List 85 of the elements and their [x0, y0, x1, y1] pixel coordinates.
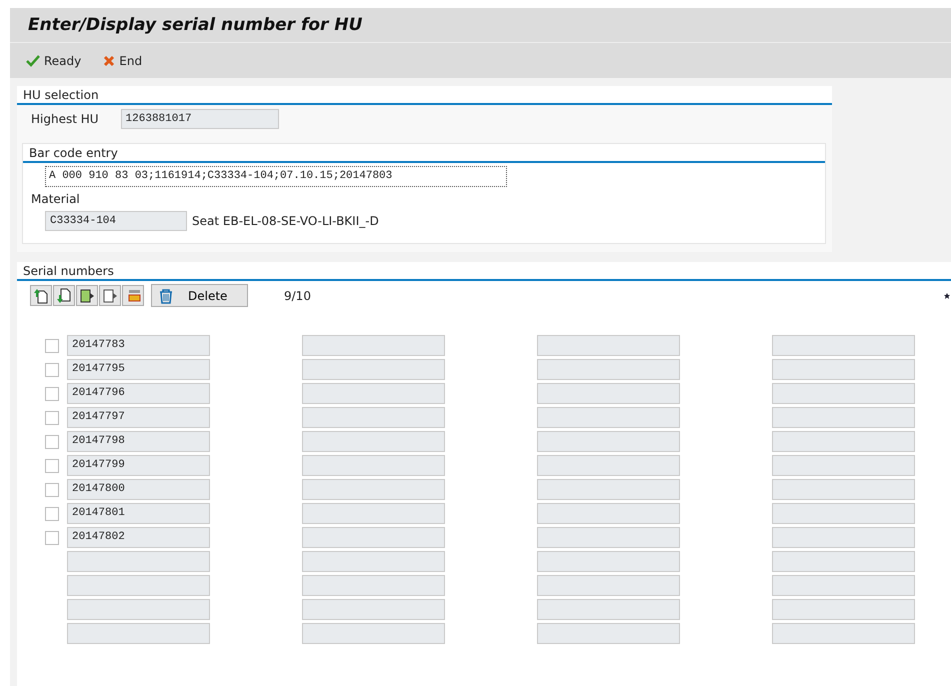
serial-number-field[interactable]: 20147783 — [67, 335, 210, 356]
checkbox[interactable] — [45, 530, 59, 544]
serial-number-field[interactable] — [772, 383, 915, 404]
serial-number-field[interactable] — [67, 575, 210, 596]
serial-number-field[interactable] — [537, 359, 680, 380]
serial-number-field[interactable] — [302, 455, 445, 476]
serial-number-field[interactable] — [302, 359, 445, 380]
serial-number-field[interactable] — [772, 455, 915, 476]
highest-hu-field[interactable]: 1263881017 — [120, 109, 279, 129]
page-down-arrow-icon — [56, 288, 72, 304]
bar-code-field[interactable]: A 000 910 83 03;1161914;C33334-104;07.10.15;20147803 — [45, 166, 507, 187]
serial-number-field[interactable] — [67, 551, 210, 572]
serial-number-field[interactable] — [537, 575, 680, 596]
serial-number-field[interactable] — [537, 335, 680, 356]
checkbox[interactable] — [45, 386, 59, 400]
serial-number-field[interactable]: 20147795 — [67, 359, 210, 380]
close-icon — [103, 54, 116, 66]
serial-number-field[interactable]: 20147802 — [67, 527, 210, 548]
end-button[interactable]: End — [103, 54, 142, 68]
serial-number-field[interactable] — [772, 431, 915, 452]
ready-button[interactable]: Ready — [26, 54, 82, 68]
serial-number-field[interactable] — [537, 383, 680, 404]
serial-number-field[interactable] — [302, 383, 445, 404]
serial-number-field[interactable] — [537, 479, 680, 500]
serial-number-field[interactable] — [537, 407, 680, 428]
serial-number-field[interactable]: 20147796 — [67, 383, 210, 404]
star-icon — [944, 292, 950, 298]
serial-number-field[interactable] — [772, 527, 915, 548]
serial-number-field[interactable]: 20147799 — [67, 455, 210, 476]
serial-number-field[interactable] — [772, 599, 915, 620]
serial-count: 9/10 — [284, 288, 311, 302]
checkbox[interactable] — [45, 458, 59, 472]
checkbox[interactable] — [45, 506, 59, 520]
serial-number-field[interactable] — [302, 335, 445, 356]
serial-number-field[interactable] — [772, 623, 915, 644]
window-title: Enter/Display serial number for HU — [28, 15, 362, 35]
serial-number-field[interactable] — [772, 503, 915, 524]
material-field[interactable]: C33334-104 — [45, 211, 187, 231]
serial-number-field[interactable] — [302, 575, 445, 596]
serial-number-field[interactable]: 20147797 — [67, 407, 210, 428]
serial-number-field[interactable] — [537, 503, 680, 524]
serial-number-field[interactable] — [537, 599, 680, 620]
serial-number-field[interactable]: 20147798 — [67, 431, 210, 452]
serial-number-field[interactable] — [537, 551, 680, 572]
toolbar-button[interactable] — [53, 285, 75, 306]
serial-number-field[interactable] — [67, 623, 210, 644]
delete-button[interactable]: Delete — [151, 284, 248, 307]
serial-number-field[interactable] — [772, 335, 915, 356]
serial-number-field[interactable]: 20147801 — [67, 503, 210, 524]
trash-icon — [158, 288, 174, 304]
page-outline-arrow-icon — [102, 288, 118, 304]
field-label: Highest HU — [31, 112, 99, 126]
toolbar-button[interactable] — [99, 285, 121, 306]
field-label: Material — [31, 192, 80, 206]
serial-number-field[interactable] — [302, 479, 445, 500]
section-title: HU selection — [17, 86, 832, 105]
checkbox[interactable] — [45, 410, 59, 424]
serial-number-field[interactable] — [772, 407, 915, 428]
serial-number-field[interactable] — [772, 551, 915, 572]
serial-number-field[interactable] — [302, 503, 445, 524]
toolbar-button[interactable] — [76, 285, 98, 306]
checkbox[interactable] — [45, 338, 59, 352]
page-up-arrow-icon — [33, 288, 49, 304]
serial-number-field[interactable] — [537, 455, 680, 476]
page-arrow-icon — [79, 288, 95, 304]
checkbox[interactable] — [45, 362, 59, 376]
serial-number-field[interactable]: 20147800 — [67, 479, 210, 500]
toolbar-button[interactable] — [30, 285, 52, 306]
serial-number-field[interactable] — [67, 599, 210, 620]
serial-number-field[interactable] — [772, 575, 915, 596]
serial-number-field[interactable] — [537, 527, 680, 548]
serial-number-field[interactable] — [302, 623, 445, 644]
serial-number-field[interactable] — [772, 479, 915, 500]
serial-number-field[interactable] — [302, 527, 445, 548]
serial-number-field[interactable] — [537, 623, 680, 644]
serial-number-field[interactable] — [302, 407, 445, 428]
checkbox[interactable] — [45, 434, 59, 448]
serial-number-field[interactable] — [302, 431, 445, 452]
serial-number-field[interactable] — [302, 551, 445, 572]
checkmark-icon — [26, 54, 40, 66]
serial-number-field[interactable] — [537, 431, 680, 452]
serial-number-field[interactable] — [302, 599, 445, 620]
checkbox[interactable] — [45, 482, 59, 496]
material-description: Seat EB-EL-08-SE-VO-LI-BKII_-D — [192, 214, 379, 228]
serial-number-field[interactable] — [772, 359, 915, 380]
